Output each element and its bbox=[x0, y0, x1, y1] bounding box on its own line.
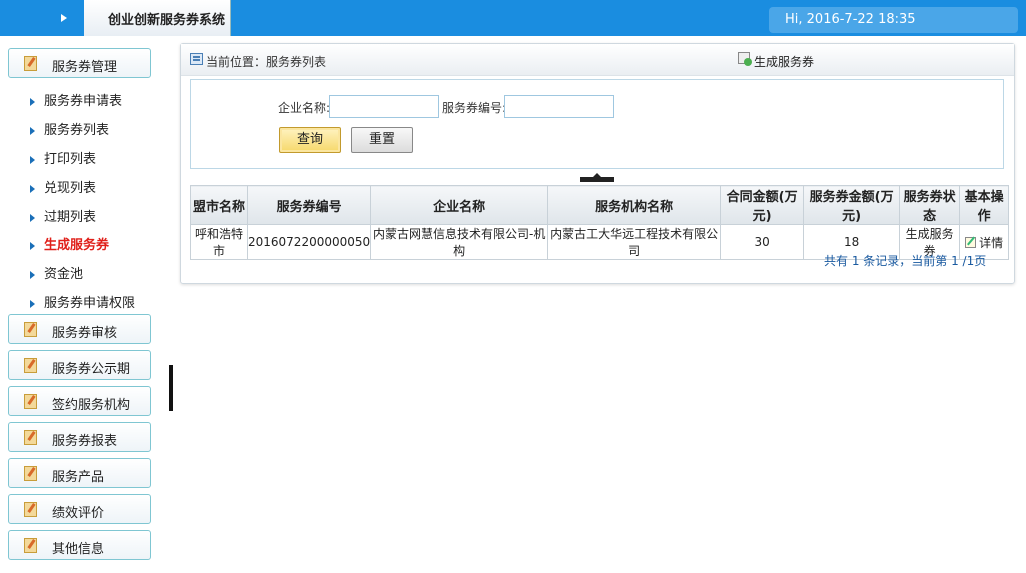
bullet-arrow-icon bbox=[30, 241, 35, 250]
bullet-arrow-icon bbox=[30, 184, 35, 193]
cell-region: 呼和浩特市 bbox=[190, 224, 248, 260]
menu-group-voucher-reports[interactable]: 服务券报表 bbox=[8, 422, 151, 452]
column-header: 服务券状态 bbox=[899, 185, 961, 225]
notepad-icon bbox=[24, 466, 37, 481]
voucher-table: 盟市名称 服务券编号 企业名称 服务机构名称 合同金额(万元) 服务券金额(万元… bbox=[190, 185, 1010, 260]
notepad-icon bbox=[24, 358, 37, 373]
column-header: 企业名称 bbox=[370, 185, 549, 225]
system-tab[interactable]: 创业创新服务券系统 bbox=[84, 0, 231, 36]
list-icon bbox=[190, 53, 203, 65]
search-form: 企业名称: 服务券编号: 查询 重置 bbox=[190, 79, 1004, 169]
notepad-icon bbox=[24, 394, 37, 409]
menu-group-other-info[interactable]: 其他信息 bbox=[8, 530, 151, 560]
menu-group-performance-evaluation[interactable]: 绩效评价 bbox=[8, 494, 151, 524]
pagination-info: 共有 1 条记录，当前第 1 /1页 bbox=[824, 254, 987, 268]
breadcrumb: 当前位置：服务券列表 bbox=[206, 55, 327, 69]
cell-contract-amount: 30 bbox=[720, 224, 805, 260]
menu-group-service-products[interactable]: 服务产品 bbox=[8, 458, 151, 488]
detail-link[interactable]: 详情 bbox=[979, 236, 1003, 250]
generate-voucher-link[interactable]: 生成服务券 bbox=[754, 53, 814, 70]
column-header: 服务券金额(万元) bbox=[803, 185, 901, 225]
column-header: 服务券编号 bbox=[246, 185, 372, 225]
sidebar-item-voucher-list[interactable]: 服务券列表 bbox=[30, 119, 109, 138]
arrow-right-icon bbox=[61, 14, 67, 22]
sidebar-item-fund-pool[interactable]: 资金池 bbox=[30, 263, 83, 282]
sidebar-item-redeem-list[interactable]: 兑现列表 bbox=[30, 177, 96, 196]
edit-icon bbox=[965, 236, 977, 248]
breadcrumb-bar: 当前位置：服务券列表 生成服务券 bbox=[181, 44, 1014, 76]
bullet-arrow-icon bbox=[30, 299, 35, 308]
sidebar-item-apply-permission[interactable]: 服务券申请权限 bbox=[30, 292, 135, 311]
sidebar-resize-handle[interactable] bbox=[169, 365, 173, 411]
query-button[interactable]: 查询 bbox=[279, 127, 341, 153]
column-header: 盟市名称 bbox=[190, 185, 248, 225]
bullet-arrow-icon bbox=[30, 126, 35, 135]
menu-group-voucher-review[interactable]: 服务券审核 bbox=[8, 314, 151, 344]
system-title: 创业创新服务券系统 bbox=[108, 13, 226, 28]
menu-toggle[interactable] bbox=[0, 0, 84, 36]
bullet-arrow-icon bbox=[30, 213, 35, 222]
sidebar-item-generate-voucher[interactable]: 生成服务券 bbox=[30, 234, 109, 253]
top-bar: 创业创新服务券系统 Hi, 2016-7-22 18:35 bbox=[0, 0, 1026, 36]
menu-group-publicity-period[interactable]: 服务券公示期 bbox=[8, 350, 151, 380]
bullet-arrow-icon bbox=[30, 270, 35, 279]
company-name-input[interactable] bbox=[329, 95, 439, 118]
main-panel: 当前位置：服务券列表 生成服务券 企业名称: 服务券编号: 查询 重置 盟市名称… bbox=[180, 43, 1015, 284]
add-document-icon[interactable] bbox=[738, 52, 752, 66]
reset-button[interactable]: 重置 bbox=[351, 127, 413, 153]
voucher-code-input[interactable] bbox=[504, 95, 614, 118]
sidebar-item-expired-list[interactable]: 过期列表 bbox=[30, 206, 96, 225]
notepad-icon bbox=[24, 56, 37, 71]
company-name-label: 企业名称: bbox=[278, 101, 331, 115]
menu-group-contracted-agencies[interactable]: 签约服务机构 bbox=[8, 386, 151, 416]
greeting-bar: Hi, 2016-7-22 18:35 bbox=[769, 7, 1018, 33]
cell-voucher-code: 2016072200000050 bbox=[246, 224, 372, 260]
voucher-code-label: 服务券编号: bbox=[442, 101, 507, 115]
notepad-icon bbox=[24, 502, 37, 517]
cell-company: 内蒙古网慧信息技术有限公司-机构 bbox=[370, 224, 549, 260]
bullet-arrow-icon bbox=[30, 155, 35, 164]
notepad-icon bbox=[24, 322, 37, 337]
table-header-row: 盟市名称 服务券编号 企业名称 服务机构名称 合同金额(万元) 服务券金额(万元… bbox=[190, 185, 1010, 225]
bullet-arrow-icon bbox=[30, 97, 35, 106]
column-header: 合同金额(万元) bbox=[720, 185, 805, 225]
sidebar-item-apply-table[interactable]: 服务券申请表 bbox=[30, 90, 122, 109]
notepad-icon bbox=[24, 430, 37, 445]
menu-group-service-voucher-management[interactable]: 服务券管理 bbox=[8, 48, 151, 78]
notepad-icon bbox=[24, 538, 37, 553]
collapse-toggle[interactable] bbox=[580, 173, 614, 182]
column-header: 服务机构名称 bbox=[547, 185, 722, 225]
column-header: 基本操作 bbox=[959, 185, 1010, 225]
cell-agency: 内蒙古工大华远工程技术有限公司 bbox=[547, 224, 722, 260]
sidebar-item-print-list[interactable]: 打印列表 bbox=[30, 148, 96, 167]
